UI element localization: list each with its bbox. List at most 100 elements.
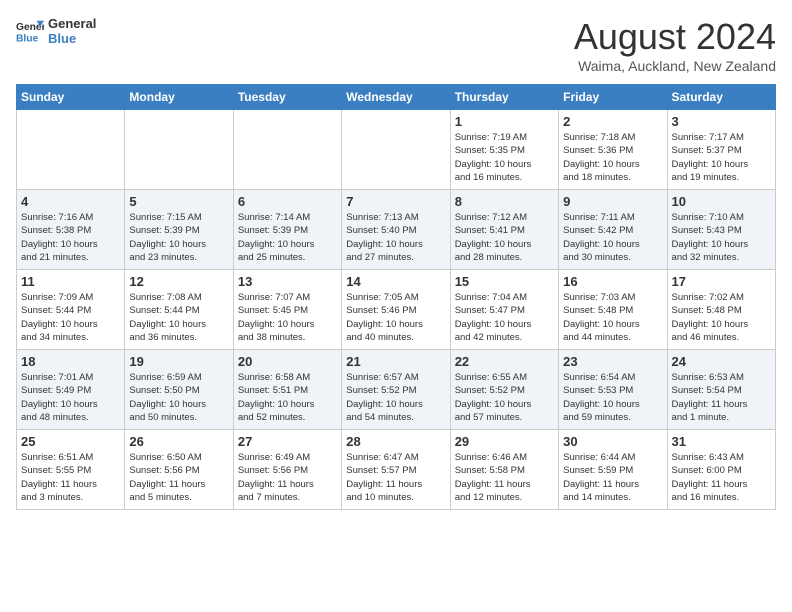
- day-info: Sunrise: 7:01 AM Sunset: 5:49 PM Dayligh…: [21, 371, 120, 424]
- weekday-header: Saturday: [667, 85, 775, 110]
- calendar-week-row: 18 Sunrise: 7:01 AM Sunset: 5:49 PM Dayli…: [17, 350, 776, 430]
- calendar-week-row: 25 Sunrise: 6:51 AM Sunset: 5:55 PM Dayli…: [17, 430, 776, 510]
- day-info: Sunrise: 6:59 AM Sunset: 5:50 PM Dayligh…: [129, 371, 228, 424]
- weekday-header: Monday: [125, 85, 233, 110]
- day-number: 5: [129, 194, 228, 209]
- day-number: 6: [238, 194, 337, 209]
- day-info: Sunrise: 7:14 AM Sunset: 5:39 PM Dayligh…: [238, 211, 337, 264]
- calendar-cell: 7 Sunrise: 7:13 AM Sunset: 5:40 PM Daylig…: [342, 190, 450, 270]
- calendar-cell: 10 Sunrise: 7:10 AM Sunset: 5:43 PM Dayli…: [667, 190, 775, 270]
- day-number: 16: [563, 274, 662, 289]
- day-number: 30: [563, 434, 662, 449]
- day-number: 26: [129, 434, 228, 449]
- calendar-cell: 25 Sunrise: 6:51 AM Sunset: 5:55 PM Dayli…: [17, 430, 125, 510]
- logo-line1: General: [48, 16, 96, 31]
- weekday-header: Wednesday: [342, 85, 450, 110]
- day-info: Sunrise: 6:47 AM Sunset: 5:57 PM Dayligh…: [346, 451, 445, 504]
- svg-text:Blue: Blue: [16, 33, 39, 44]
- day-number: 18: [21, 354, 120, 369]
- day-info: Sunrise: 7:13 AM Sunset: 5:40 PM Dayligh…: [346, 211, 445, 264]
- day-info: Sunrise: 7:09 AM Sunset: 5:44 PM Dayligh…: [21, 291, 120, 344]
- day-info: Sunrise: 7:16 AM Sunset: 5:38 PM Dayligh…: [21, 211, 120, 264]
- day-number: 21: [346, 354, 445, 369]
- day-number: 27: [238, 434, 337, 449]
- day-info: Sunrise: 7:11 AM Sunset: 5:42 PM Dayligh…: [563, 211, 662, 264]
- day-info: Sunrise: 6:54 AM Sunset: 5:53 PM Dayligh…: [563, 371, 662, 424]
- calendar-cell: 6 Sunrise: 7:14 AM Sunset: 5:39 PM Daylig…: [233, 190, 341, 270]
- day-number: 8: [455, 194, 554, 209]
- day-number: 29: [455, 434, 554, 449]
- calendar-cell: 22Sunrise: 6:55 AM Sunset: 5:52 PM Dayli…: [450, 350, 558, 430]
- calendar-cell: 12 Sunrise: 7:08 AM Sunset: 5:44 PM Dayli…: [125, 270, 233, 350]
- day-info: Sunrise: 6:51 AM Sunset: 5:55 PM Dayligh…: [21, 451, 120, 504]
- day-info: Sunrise: 7:05 AM Sunset: 5:46 PM Dayligh…: [346, 291, 445, 344]
- day-number: 24: [672, 354, 771, 369]
- weekday-header: Sunday: [17, 85, 125, 110]
- weekday-header: Friday: [559, 85, 667, 110]
- day-info: Sunrise: 7:12 AM Sunset: 5:41 PM Dayligh…: [455, 211, 554, 264]
- calendar-cell: [125, 110, 233, 190]
- day-number: 17: [672, 274, 771, 289]
- day-info: Sunrise: 7:02 AM Sunset: 5:48 PM Dayligh…: [672, 291, 771, 344]
- calendar-cell: [342, 110, 450, 190]
- day-info: Sunrise: 7:08 AM Sunset: 5:44 PM Dayligh…: [129, 291, 228, 344]
- day-number: 15: [455, 274, 554, 289]
- day-number: 10: [672, 194, 771, 209]
- calendar-cell: [233, 110, 341, 190]
- calendar-cell: 13 Sunrise: 7:07 AM Sunset: 5:45 PM Dayli…: [233, 270, 341, 350]
- calendar-table: SundayMondayTuesdayWednesdayThursdayFrid…: [16, 84, 776, 510]
- day-number: 28: [346, 434, 445, 449]
- calendar-cell: 15 Sunrise: 7:04 AM Sunset: 5:47 PM Dayli…: [450, 270, 558, 350]
- logo-icon: General Blue: [16, 17, 44, 45]
- page-header: General Blue General Blue August 2024 Wa…: [16, 16, 776, 74]
- day-number: 9: [563, 194, 662, 209]
- calendar-cell: 28 Sunrise: 6:47 AM Sunset: 5:57 PM Dayli…: [342, 430, 450, 510]
- day-info: Sunrise: 6:57 AM Sunset: 5:52 PM Dayligh…: [346, 371, 445, 424]
- day-info: Sunrise: 6:46 AM Sunset: 5:58 PM Dayligh…: [455, 451, 554, 504]
- weekday-header: Thursday: [450, 85, 558, 110]
- calendar-cell: 3 Sunrise: 7:17 AM Sunset: 5:37 PM Daylig…: [667, 110, 775, 190]
- title-block: August 2024 Waima, Auckland, New Zealand: [574, 16, 776, 74]
- day-info: Sunrise: 6:44 AM Sunset: 5:59 PM Dayligh…: [563, 451, 662, 504]
- calendar-cell: 21 Sunrise: 6:57 AM Sunset: 5:52 PM Dayli…: [342, 350, 450, 430]
- calendar-cell: [17, 110, 125, 190]
- day-info: Sunrise: 7:17 AM Sunset: 5:37 PM Dayligh…: [672, 131, 771, 184]
- day-info: Sunrise: 6:53 AM Sunset: 5:54 PM Dayligh…: [672, 371, 771, 424]
- weekday-header: Tuesday: [233, 85, 341, 110]
- calendar-cell: 26 Sunrise: 6:50 AM Sunset: 5:56 PM Dayli…: [125, 430, 233, 510]
- day-info: Sunrise: 7:10 AM Sunset: 5:43 PM Dayligh…: [672, 211, 771, 264]
- calendar-cell: 18 Sunrise: 7:01 AM Sunset: 5:49 PM Dayli…: [17, 350, 125, 430]
- day-number: 7: [346, 194, 445, 209]
- day-info: Sunrise: 7:18 AM Sunset: 5:36 PM Dayligh…: [563, 131, 662, 184]
- calendar-cell: 14Sunrise: 7:05 AM Sunset: 5:46 PM Dayli…: [342, 270, 450, 350]
- day-number: 1: [455, 114, 554, 129]
- calendar-cell: 1Sunrise: 7:19 AM Sunset: 5:35 PM Daylig…: [450, 110, 558, 190]
- calendar-cell: 8 Sunrise: 7:12 AM Sunset: 5:41 PM Daylig…: [450, 190, 558, 270]
- calendar-week-row: 11 Sunrise: 7:09 AM Sunset: 5:44 PM Dayli…: [17, 270, 776, 350]
- day-number: 31: [672, 434, 771, 449]
- calendar-cell: 30 Sunrise: 6:44 AM Sunset: 5:59 PM Dayli…: [559, 430, 667, 510]
- calendar-cell: 17 Sunrise: 7:02 AM Sunset: 5:48 PM Dayli…: [667, 270, 775, 350]
- calendar-cell: 5Sunrise: 7:15 AM Sunset: 5:39 PM Daylig…: [125, 190, 233, 270]
- calendar-cell: 2Sunrise: 7:18 AM Sunset: 5:36 PM Daylig…: [559, 110, 667, 190]
- calendar-cell: 19 Sunrise: 6:59 AM Sunset: 5:50 PM Dayli…: [125, 350, 233, 430]
- day-number: 4: [21, 194, 120, 209]
- day-info: Sunrise: 6:49 AM Sunset: 5:56 PM Dayligh…: [238, 451, 337, 504]
- day-info: Sunrise: 7:03 AM Sunset: 5:48 PM Dayligh…: [563, 291, 662, 344]
- calendar-cell: 23 Sunrise: 6:54 AM Sunset: 5:53 PM Dayli…: [559, 350, 667, 430]
- day-number: 13: [238, 274, 337, 289]
- day-info: Sunrise: 7:04 AM Sunset: 5:47 PM Dayligh…: [455, 291, 554, 344]
- calendar-cell: 31Sunrise: 6:43 AM Sunset: 6:00 PM Dayli…: [667, 430, 775, 510]
- day-info: Sunrise: 6:50 AM Sunset: 5:56 PM Dayligh…: [129, 451, 228, 504]
- day-number: 12: [129, 274, 228, 289]
- weekday-header-row: SundayMondayTuesdayWednesdayThursdayFrid…: [17, 85, 776, 110]
- day-number: 23: [563, 354, 662, 369]
- day-number: 3: [672, 114, 771, 129]
- day-number: 11: [21, 274, 120, 289]
- day-number: 25: [21, 434, 120, 449]
- calendar-cell: 4 Sunrise: 7:16 AM Sunset: 5:38 PM Daylig…: [17, 190, 125, 270]
- logo: General Blue General Blue: [16, 16, 96, 46]
- day-number: 19: [129, 354, 228, 369]
- location: Waima, Auckland, New Zealand: [574, 58, 776, 74]
- day-info: Sunrise: 7:07 AM Sunset: 5:45 PM Dayligh…: [238, 291, 337, 344]
